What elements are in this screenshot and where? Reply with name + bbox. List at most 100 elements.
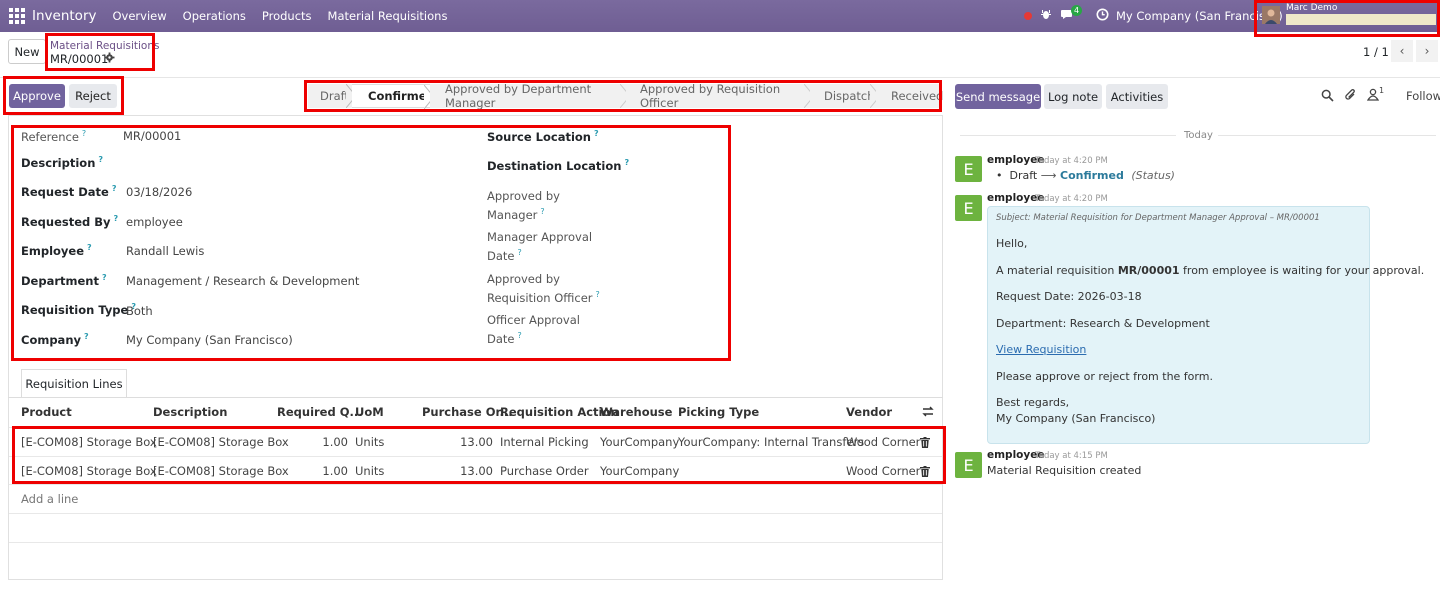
- approve-button[interactable]: Approve: [9, 84, 65, 108]
- tab-divider: [8, 397, 943, 398]
- message-signature: My Company (San Francisco): [996, 412, 1156, 425]
- row-purchase-order[interactable]: 13.00: [440, 435, 493, 449]
- col-description[interactable]: Description: [153, 405, 227, 419]
- label-requisition-type: Requisition Type?: [21, 302, 136, 317]
- row-vendor[interactable]: Wood Corner: [846, 435, 920, 449]
- row-uom[interactable]: Units: [355, 464, 384, 478]
- row-requisition-action[interactable]: Purchase Order: [500, 464, 589, 478]
- row-purchase-order[interactable]: 13.00: [440, 464, 493, 478]
- employee-field[interactable]: Randall Lewis: [126, 244, 204, 258]
- message-date: Today at 4:20 PM: [1035, 194, 1108, 204]
- col-picking-type[interactable]: Picking Type: [678, 405, 759, 419]
- avatar[interactable]: E: [955, 195, 982, 221]
- menu-material-requisitions[interactable]: Material Requisitions: [328, 9, 448, 23]
- menu-overview[interactable]: Overview: [112, 9, 166, 23]
- apps-menu-icon[interactable]: [9, 8, 25, 24]
- pager-value[interactable]: 1 / 1: [1363, 45, 1389, 59]
- search-icon[interactable]: [1321, 89, 1334, 105]
- status-bar: Draft Confirmed Approved by Department M…: [308, 82, 943, 110]
- pager-prev-icon[interactable]: ‹: [1391, 40, 1413, 62]
- row-warehouse[interactable]: YourCompany: [600, 464, 679, 478]
- label-approved-by-manager: Approved by Manager?: [487, 189, 560, 222]
- new-button[interactable]: New: [8, 39, 46, 64]
- log-note-button[interactable]: Log note: [1044, 84, 1102, 109]
- stage-approved-officer[interactable]: Approved by Requisition Officer: [626, 82, 815, 110]
- label-manager-approval-date: Manager Approval Date?: [487, 230, 593, 263]
- tracking-value: • Draft ⟶ Confirmed (Status): [996, 169, 1175, 182]
- company-switcher[interactable]: My Company (San Francisco): [1116, 9, 1283, 23]
- menu-operations[interactable]: Operations: [183, 9, 246, 23]
- reference-value[interactable]: MR/00001: [123, 129, 181, 143]
- label-department: Department?: [21, 273, 107, 288]
- user-avatar[interactable]: [1262, 6, 1280, 24]
- row-divider: [9, 484, 942, 485]
- message-department: Department: Research & Development: [996, 317, 1210, 330]
- pager-next-icon[interactable]: ›: [1416, 40, 1438, 62]
- stage-approved-manager[interactable]: Approved by Department Manager: [430, 82, 631, 110]
- tab-requisition-lines[interactable]: Requisition Lines: [21, 369, 127, 398]
- label-destination-location: Destination Location?: [487, 158, 630, 173]
- view-requisition-link[interactable]: View Requisition: [996, 343, 1086, 356]
- department-field[interactable]: Management / Research & Development: [126, 274, 359, 288]
- bug-icon[interactable]: [1039, 8, 1053, 22]
- col-uom[interactable]: UoM: [355, 405, 384, 419]
- row-warehouse[interactable]: YourCompany: [600, 435, 679, 449]
- requested-by-field[interactable]: employee: [126, 215, 183, 229]
- reject-button[interactable]: Reject: [69, 84, 117, 108]
- label-company: Company?: [21, 332, 89, 347]
- requisition-type-field[interactable]: Both: [126, 304, 153, 318]
- app-name[interactable]: Inventory: [32, 8, 96, 24]
- user-database-label: [1286, 14, 1436, 25]
- trash-icon[interactable]: [920, 466, 930, 477]
- col-warehouse[interactable]: Warehouse: [600, 405, 672, 419]
- clock-icon[interactable]: [1095, 8, 1109, 22]
- gear-icon[interactable]: [104, 52, 115, 66]
- row-vendor[interactable]: Wood Corner: [846, 464, 920, 478]
- message-date: Today at 4:20 PM: [1035, 156, 1108, 166]
- company-field[interactable]: My Company (San Francisco): [126, 333, 293, 347]
- column-settings-icon[interactable]: [922, 406, 934, 420]
- request-date-field[interactable]: 03/18/2026: [126, 185, 192, 199]
- date-divider: [1218, 135, 1436, 136]
- label-reference: Reference?: [21, 129, 87, 144]
- row-requisition-action[interactable]: Internal Picking: [500, 435, 589, 449]
- stage-dispatch[interactable]: Dispatch: [810, 84, 881, 108]
- paperclip-icon[interactable]: [1344, 88, 1357, 105]
- avatar[interactable]: E: [955, 156, 982, 182]
- user-name[interactable]: Marc Demo: [1286, 3, 1337, 13]
- chat-badge: 4: [1071, 5, 1083, 16]
- row-description[interactable]: [E-COM08] Storage Box: [153, 464, 289, 478]
- activities-button[interactable]: Activities: [1106, 84, 1168, 109]
- send-message-button[interactable]: Send message: [955, 84, 1041, 109]
- followers-count: 1: [1379, 86, 1385, 95]
- breadcrumb[interactable]: Material Requisitions: [50, 40, 160, 52]
- divider: [0, 77, 1440, 78]
- follow-button[interactable]: Follow: [1406, 89, 1440, 103]
- label-employee: Employee?: [21, 243, 92, 258]
- col-vendor[interactable]: Vendor: [846, 405, 892, 419]
- stage-received[interactable]: Received: [876, 84, 943, 108]
- main-menu: Overview Operations Products Material Re…: [112, 9, 447, 23]
- row-description[interactable]: [E-COM08] Storage Box: [153, 435, 289, 449]
- row-product[interactable]: [E-COM08] Storage Box: [21, 435, 157, 449]
- stage-confirmed[interactable]: Confirmed: [352, 84, 435, 109]
- col-required-qty[interactable]: Required Q...: [277, 405, 363, 419]
- label-source-location: Source Location?: [487, 129, 599, 144]
- col-product[interactable]: Product: [21, 405, 72, 419]
- label-request-date: Request Date?: [21, 184, 117, 199]
- followers-icon[interactable]: [1366, 88, 1380, 104]
- row-divider: [9, 456, 942, 457]
- record-name: MR/00001: [50, 52, 109, 66]
- stage-draft[interactable]: Draft: [308, 84, 357, 108]
- row-picking-type[interactable]: YourCompany: Internal Transfers: [678, 435, 864, 449]
- trash-icon[interactable]: [920, 437, 930, 448]
- row-product[interactable]: [E-COM08] Storage Box: [21, 464, 157, 478]
- menu-products[interactable]: Products: [262, 9, 312, 23]
- row-required-qty[interactable]: 1.00: [300, 464, 348, 478]
- row-uom[interactable]: Units: [355, 435, 384, 449]
- add-line-link[interactable]: Add a line: [21, 492, 78, 506]
- recording-indicator-icon[interactable]: [1024, 12, 1032, 20]
- avatar[interactable]: E: [955, 452, 982, 478]
- row-required-qty[interactable]: 1.00: [300, 435, 348, 449]
- row-divider: [9, 427, 942, 428]
